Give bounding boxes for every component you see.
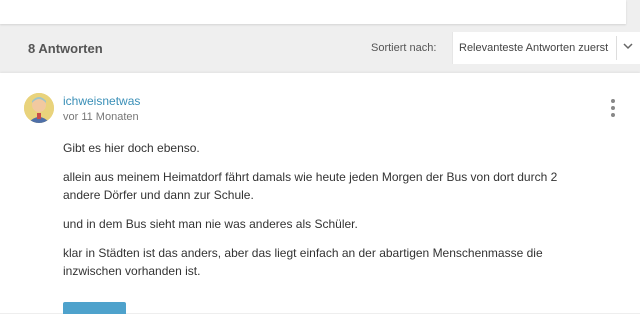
answer-paragraph: und in dem Bus sieht man nie was anderes…	[63, 217, 358, 231]
answer-card: ichweisnetwas vor 11 Monaten Gibt es hie…	[0, 73, 640, 314]
answer-paragraph: allein aus meinem Heimatdorf fährt damal…	[63, 170, 558, 202]
answer-body: Gibt es hier doch ebenso. allein aus mei…	[63, 139, 583, 291]
avatar[interactable]	[24, 93, 54, 123]
previous-question-card	[0, 0, 626, 24]
answers-toolbar: 8 Antworten Sortiert nach: Relevanteste …	[0, 32, 640, 66]
answer-paragraph: klar in Städten ist das anders, aber das…	[63, 246, 543, 278]
action-button[interactable]	[63, 302, 126, 314]
sort-select[interactable]: Relevanteste Antworten zuerst	[452, 32, 640, 64]
more-vertical-icon[interactable]	[608, 99, 618, 121]
sort-select-value: Relevanteste Antworten zuerst	[459, 42, 609, 54]
answer-timestamp: vor 11 Monaten	[63, 111, 139, 123]
chevron-down-icon[interactable]	[623, 40, 633, 54]
sort-label: Sortiert nach:	[371, 42, 437, 54]
sort-select-divider	[616, 36, 617, 60]
answer-paragraph: Gibt es hier doch ebenso.	[63, 141, 200, 155]
author-username[interactable]: ichweisnetwas	[63, 94, 140, 108]
answers-count: 8 Antworten	[28, 41, 103, 56]
